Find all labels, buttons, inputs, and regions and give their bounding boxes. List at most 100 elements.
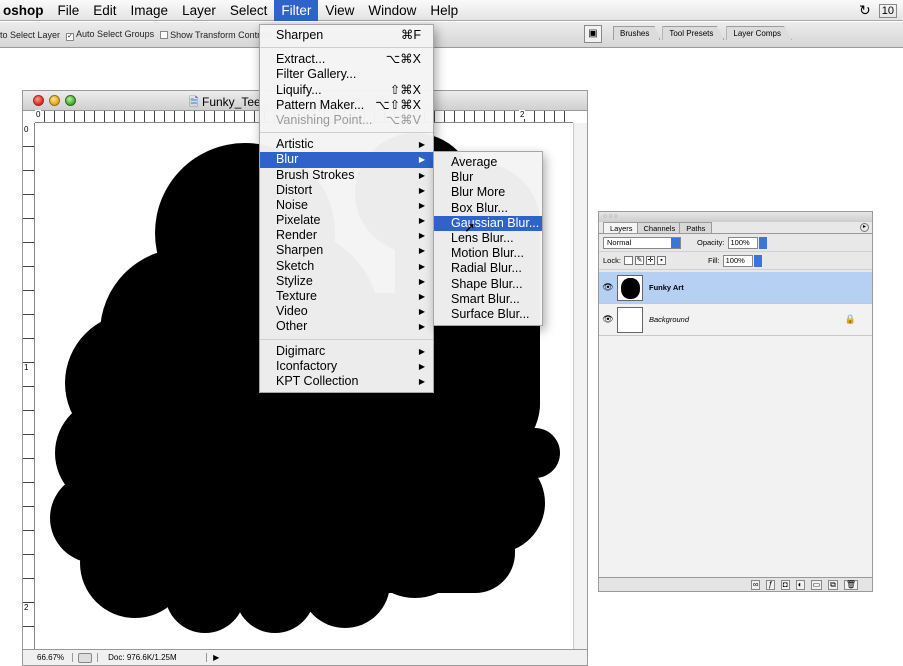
layer-row-background[interactable]: 👁 Background 🔒	[599, 304, 872, 336]
panel-menu-icon[interactable]: ▸	[860, 223, 869, 232]
menu-item-last-filter[interactable]: Sharpen ⌘F	[260, 28, 433, 43]
lock-position-icon[interactable]: ✛	[645, 256, 655, 265]
blur-item-blur[interactable]: Blur	[434, 170, 542, 185]
panel-bottom-bar: ∞ ƒ ◘ ◐ ▭ ⧉ 🗑	[599, 577, 872, 591]
menu-item-render[interactable]: Render ▶	[260, 228, 433, 243]
menu-item-liquify[interactable]: Liquify... ⇧⌘X	[260, 83, 433, 98]
tab-brushes[interactable]: Brushes	[613, 26, 661, 40]
ruler-label-2: 2	[519, 110, 526, 119]
opacity-input[interactable]: 100%	[727, 236, 758, 249]
menu-item-noise[interactable]: Noise ▶	[260, 198, 433, 213]
menu-item-blur[interactable]: Blur ▶	[260, 152, 433, 168]
blur-item-average[interactable]: Average	[434, 155, 542, 170]
layer-row-funky-art[interactable]: 👁 Funky Art	[599, 272, 872, 304]
layer-name[interactable]: Funky Art	[649, 283, 684, 292]
menu-separator	[260, 132, 433, 134]
tab-layers[interactable]: Layers	[603, 222, 640, 233]
menu-window[interactable]: Window	[361, 0, 423, 21]
blur-item-surface-blur[interactable]: Surface Blur...	[434, 307, 542, 322]
blend-mode-select[interactable]: Normal	[603, 236, 681, 249]
link-layers-icon[interactable]: ∞	[750, 579, 761, 590]
app-menu[interactable]: oshop	[0, 0, 51, 21]
vruler-label-0: 0	[24, 125, 29, 134]
menu-image[interactable]: Image	[124, 0, 176, 21]
menu-item-filter-gallery[interactable]: Filter Gallery...	[260, 67, 433, 82]
menu-item-digimarc[interactable]: Digimarc ▶	[260, 344, 433, 359]
layer-name[interactable]: Background	[649, 315, 689, 324]
tab-layer-comps[interactable]: Layer Comps	[726, 26, 792, 40]
menu-layer[interactable]: Layer	[175, 0, 223, 21]
panel-titlebar[interactable]: ○○○	[599, 212, 872, 222]
zoom-icon[interactable]	[65, 95, 76, 106]
blur-item-radial-blur[interactable]: Radial Blur...	[434, 261, 542, 276]
submenu-arrow-icon: ▶	[418, 185, 425, 195]
menu-help[interactable]: Help	[423, 0, 465, 21]
new-group-icon[interactable]: ▭	[810, 579, 823, 590]
sync-icon[interactable]: ↻	[859, 2, 871, 19]
new-layer-icon[interactable]: ⧉	[828, 579, 838, 590]
tab-paths[interactable]: Paths	[679, 222, 713, 233]
palette-well-icon[interactable]: ▣	[584, 25, 602, 43]
menu-item-kpt-collection[interactable]: KPT Collection ▶	[260, 374, 433, 389]
menu-item-brush-strokes[interactable]: Brush Strokes ▶	[260, 168, 433, 183]
lock-transparency-icon[interactable]	[623, 256, 633, 265]
tab-tool-presets[interactable]: Tool Presets	[662, 26, 725, 40]
blur-item-shape-blur[interactable]: Shape Blur...	[434, 277, 542, 292]
submenu-arrow-icon: ▶	[418, 307, 425, 317]
options-bar: to Select Layer ✓ Auto Select Groups Show…	[0, 22, 903, 48]
blur-item-box-blur[interactable]: Box Blur...	[434, 201, 542, 216]
menu-edit[interactable]: Edit	[86, 0, 123, 21]
blur-item-lens-blur[interactable]: Lens Blur...	[434, 231, 542, 246]
panel-tabs: Layers Channels Paths ▸	[599, 222, 872, 234]
lock-all-icon[interactable]: ▪	[656, 256, 666, 265]
layer-style-icon[interactable]: ƒ	[766, 579, 775, 590]
menu-item-pixelate[interactable]: Pixelate ▶	[260, 213, 433, 228]
menu-item-other[interactable]: Other ▶	[260, 319, 433, 334]
tab-channels[interactable]: Channels	[636, 222, 683, 233]
menu-item-video[interactable]: Video ▶	[260, 304, 433, 319]
menu-filter[interactable]: Filter	[274, 0, 319, 21]
trash-icon[interactable]: 🗑	[843, 579, 858, 590]
show-transform-option[interactable]: Show Transform Controls	[160, 30, 272, 40]
blur-item-motion-blur[interactable]: Motion Blur...	[434, 246, 542, 261]
fill-input[interactable]: 100%	[722, 254, 753, 267]
adjustment-layer-icon[interactable]: ◐	[795, 579, 805, 590]
menu-item-artistic[interactable]: Artistic ▶	[260, 137, 433, 152]
auto-select-layer-option[interactable]: to Select Layer	[0, 30, 60, 40]
layer-mask-icon[interactable]: ◘	[780, 579, 790, 590]
vertical-scrollbar[interactable]	[573, 123, 587, 649]
menu-item-pattern-maker[interactable]: Pattern Maker... ⌥⇧⌘X	[260, 98, 433, 113]
menu-item-stylize[interactable]: Stylize ▶	[260, 274, 433, 289]
vertical-ruler[interactable]: 0 1 2	[23, 123, 35, 649]
opacity-slider-button[interactable]	[758, 236, 767, 249]
status-bar: 66.67% Doc: 976.6K/1.25M ▶	[23, 649, 587, 665]
panel-window-controls[interactable]: ○○○	[603, 213, 619, 220]
visibility-eye-icon[interactable]: 👁	[599, 282, 617, 293]
thumbnail-art	[621, 277, 640, 299]
fill-slider-button[interactable]	[753, 254, 762, 267]
close-icon[interactable]	[33, 95, 44, 106]
visibility-eye-icon[interactable]: 👁	[599, 314, 617, 325]
zoom-level[interactable]: 66.67%	[23, 653, 74, 662]
menu-item-extract[interactable]: Extract... ⌥⌘X	[260, 52, 433, 67]
status-icon[interactable]	[78, 652, 93, 663]
menu-item-sharpen[interactable]: Sharpen ▶	[260, 243, 433, 258]
menu-file[interactable]: File	[51, 0, 87, 21]
document-icon: 🗎	[189, 95, 199, 109]
minimize-icon[interactable]	[49, 95, 60, 106]
menu-item-distort[interactable]: Distort ▶	[260, 183, 433, 198]
menu-item-iconfactory[interactable]: Iconfactory ▶	[260, 359, 433, 374]
lock-pixels-icon[interactable]: ✎	[634, 256, 644, 265]
menu-item-vanishing-point: Vanishing Point... ⌥⌘V	[276, 112, 421, 127]
checkbox-icon	[160, 30, 169, 39]
menu-item-sketch[interactable]: Sketch ▶	[260, 259, 433, 274]
blur-item-gaussian-blur[interactable]: Gaussian Blur...	[434, 215, 542, 231]
menu-item-texture[interactable]: Texture ▶	[260, 289, 433, 304]
auto-select-groups-option[interactable]: ✓ Auto Select Groups	[66, 29, 154, 41]
blur-item-blur-more[interactable]: Blur More	[434, 185, 542, 200]
status-menu-arrow-icon[interactable]: ▶	[207, 653, 225, 662]
menu-select[interactable]: Select	[223, 0, 275, 21]
opacity-label: Opacity:	[697, 238, 725, 247]
blur-item-smart-blur[interactable]: Smart Blur...	[434, 292, 542, 307]
menu-view[interactable]: View	[318, 0, 361, 21]
